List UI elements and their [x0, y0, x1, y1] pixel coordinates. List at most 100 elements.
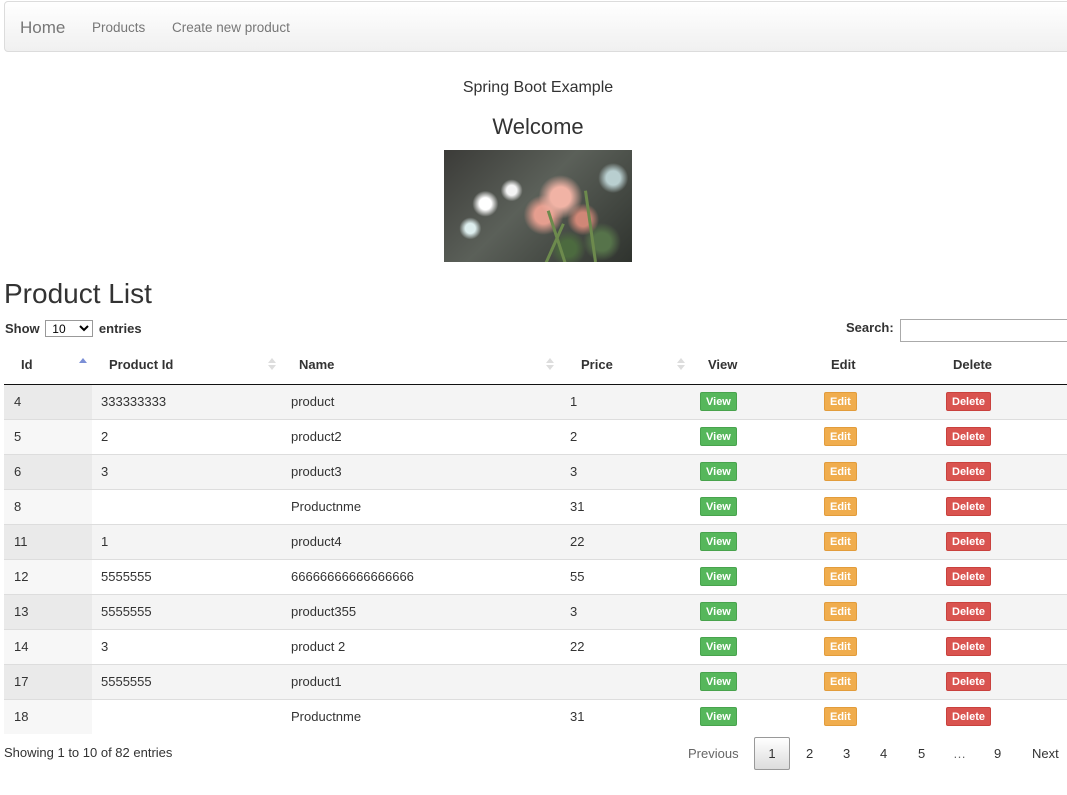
cell-view: View: [691, 628, 815, 664]
cell-name: product: [282, 383, 567, 419]
cell-price: 31: [567, 698, 691, 734]
cell-view: View: [691, 488, 815, 524]
edit-button[interactable]: Edit: [824, 637, 857, 656]
edit-button[interactable]: Edit: [824, 427, 857, 446]
delete-button[interactable]: Delete: [946, 497, 992, 516]
view-button[interactable]: View: [700, 392, 737, 411]
cell-name: product3: [282, 453, 567, 489]
cell-id: 14: [4, 628, 92, 664]
delete-button[interactable]: Delete: [946, 427, 992, 446]
next-page-button[interactable]: Next: [1032, 746, 1059, 761]
cell-product-id: 333333333: [92, 383, 282, 419]
nav-create-product-link[interactable]: Create new product: [172, 20, 290, 35]
delete-button[interactable]: Delete: [946, 462, 992, 481]
column-header-edit: Edit: [815, 346, 929, 385]
cell-price: 22: [567, 523, 691, 559]
cell-delete: Delete: [929, 383, 1067, 419]
table-row: 8 Productnme 31 View Edit Delete: [4, 488, 1067, 524]
view-button[interactable]: View: [700, 567, 737, 586]
cell-delete: Delete: [929, 453, 1067, 489]
cell-product-id: 5555555: [92, 663, 282, 699]
cell-delete: Delete: [929, 698, 1067, 734]
cell-delete: Delete: [929, 593, 1067, 629]
edit-button[interactable]: Edit: [824, 462, 857, 481]
entries-per-page-select[interactable]: 10: [45, 320, 94, 337]
nav-products-link[interactable]: Products: [92, 20, 145, 35]
delete-button[interactable]: Delete: [946, 532, 992, 551]
cell-product-id: 1: [92, 523, 282, 559]
delete-button[interactable]: Delete: [946, 567, 992, 586]
cell-name: product355: [282, 593, 567, 629]
view-button[interactable]: View: [700, 497, 737, 516]
cell-delete: Delete: [929, 418, 1067, 454]
table-row: 17 5555555 product1 View Edit Delete: [4, 663, 1067, 699]
show-label: Show: [5, 321, 40, 336]
cell-name: Productnme: [282, 698, 567, 734]
pagination: Previous 2 3 4 5 … 9 Next: [0, 737, 1067, 770]
page-button-5[interactable]: 5: [918, 746, 925, 761]
view-button[interactable]: View: [700, 462, 737, 481]
cell-price: 2: [567, 418, 691, 454]
table-row: 12 5555555 66666666666666666 55 View Edit Dele…: [4, 558, 1067, 594]
cell-price: 22: [567, 628, 691, 664]
table-row: 18 Productnme 31 View Edit Delete: [4, 698, 1067, 734]
cell-edit: Edit: [815, 523, 929, 559]
cell-product-id: 3: [92, 628, 282, 664]
cell-price: 1: [567, 383, 691, 419]
delete-button[interactable]: Delete: [946, 707, 992, 727]
edit-button[interactable]: Edit: [824, 567, 857, 586]
page-button-9[interactable]: 9: [994, 746, 1001, 761]
cell-edit: Edit: [815, 558, 929, 594]
edit-button[interactable]: Edit: [824, 532, 857, 551]
delete-button[interactable]: Delete: [946, 637, 992, 656]
delete-button[interactable]: Delete: [946, 602, 992, 621]
cell-view: View: [691, 593, 815, 629]
page-button-4[interactable]: 4: [880, 746, 887, 761]
cell-id: 5: [4, 418, 92, 454]
app-subtitle: Spring Boot Example: [462, 79, 614, 96]
edit-button[interactable]: Edit: [824, 707, 857, 727]
delete-button[interactable]: Delete: [946, 672, 992, 691]
cell-id: 6: [4, 453, 92, 489]
view-button[interactable]: View: [700, 532, 737, 551]
sort-icon: [268, 358, 276, 372]
cell-name: product1: [282, 663, 567, 699]
view-button[interactable]: View: [700, 707, 737, 727]
search-label: Search:: [846, 320, 894, 335]
edit-button[interactable]: Edit: [824, 672, 857, 691]
cell-delete: Delete: [929, 628, 1067, 664]
view-button[interactable]: View: [700, 427, 737, 446]
cell-price: [567, 663, 691, 699]
column-header-delete: Delete: [929, 346, 1067, 385]
page-title: Product List: [4, 278, 152, 309]
column-header-price[interactable]: Price: [567, 346, 691, 385]
cell-id: 12: [4, 558, 92, 594]
page-button-3[interactable]: 3: [843, 746, 850, 761]
cell-edit: Edit: [815, 593, 929, 629]
view-button[interactable]: View: [700, 602, 737, 621]
nav-home-link[interactable]: Home: [20, 18, 65, 38]
column-header-product-id[interactable]: Product Id: [92, 346, 282, 385]
column-header-name[interactable]: Name: [282, 346, 567, 385]
cell-product-id: [92, 488, 282, 524]
cell-name: 66666666666666666: [282, 558, 567, 594]
cell-delete: Delete: [929, 663, 1067, 699]
edit-button[interactable]: Edit: [824, 602, 857, 621]
edit-button[interactable]: Edit: [824, 497, 857, 516]
view-button[interactable]: View: [700, 672, 737, 691]
cell-view: View: [691, 383, 815, 419]
cell-name: product4: [282, 523, 567, 559]
column-header-id[interactable]: Id: [4, 346, 92, 385]
column-header-label: View: [708, 357, 738, 373]
page-button-1-current[interactable]: 1: [754, 737, 790, 770]
cell-product-id: [92, 698, 282, 734]
previous-page-button[interactable]: Previous: [688, 746, 739, 761]
cell-edit: Edit: [815, 698, 929, 734]
edit-button[interactable]: Edit: [824, 392, 857, 411]
view-button[interactable]: View: [700, 637, 737, 656]
table-row: 13 5555555 product355 3 View Edit Delete: [4, 593, 1067, 629]
cell-edit: Edit: [815, 418, 929, 454]
delete-button[interactable]: Delete: [946, 392, 992, 411]
search-input[interactable]: [900, 319, 1067, 342]
page-button-2[interactable]: 2: [806, 746, 813, 761]
